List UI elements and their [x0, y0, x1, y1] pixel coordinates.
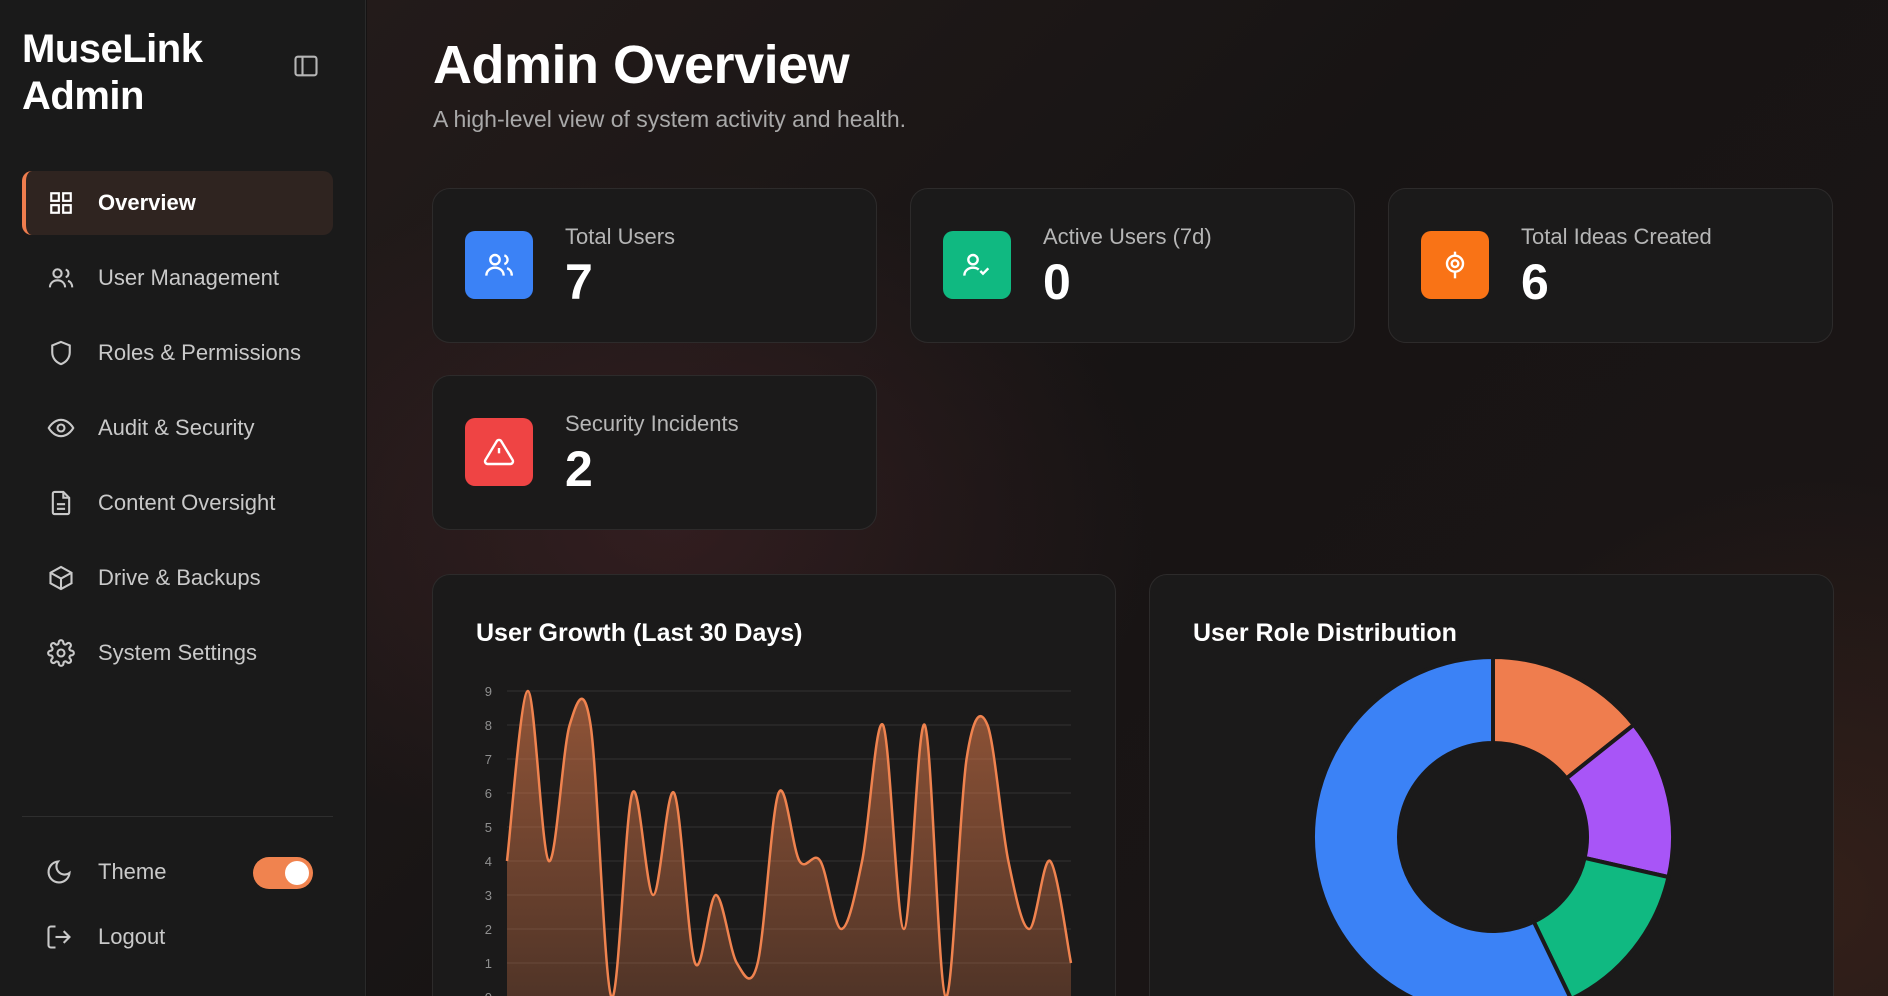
eye-icon — [46, 413, 76, 443]
logout-icon — [44, 922, 74, 952]
stat-label: Security Incidents — [565, 411, 739, 436]
grid-icon — [46, 188, 76, 218]
sidebar-item-content-oversight[interactable]: Content Oversight — [22, 471, 333, 535]
user-growth-panel: User Growth (Last 30 Days) 0123456789 — [432, 574, 1116, 996]
stat-value: 2 — [565, 441, 593, 497]
sidebar-item-label: Overview — [98, 190, 196, 215]
page-subtitle: A high-level view of system activity and… — [433, 106, 907, 132]
sidebar-item-label: Audit & Security — [98, 415, 255, 440]
sidebar-item-roles-permissions[interactable]: Roles & Permissions — [22, 321, 333, 385]
y-tick-label: 6 — [485, 786, 492, 801]
sidebar-item-overview[interactable]: Overview — [22, 171, 333, 235]
stat-label: Total Ideas Created — [1521, 224, 1712, 249]
y-tick-label: 5 — [485, 820, 492, 835]
sidebar-item-drive-backups[interactable]: Drive & Backups — [22, 546, 333, 610]
y-tick-label: 1 — [485, 956, 492, 971]
y-tick-label: 3 — [485, 888, 492, 903]
sidebar-item-system-settings[interactable]: System Settings — [22, 621, 333, 685]
toggle-knob — [285, 861, 309, 885]
gear-icon — [46, 638, 76, 668]
users-icon — [465, 231, 533, 299]
sidebar-item-label: Roles & Permissions — [98, 340, 301, 365]
sidebar-item-label: Content Oversight — [98, 490, 276, 515]
sidebar-divider — [22, 816, 333, 817]
collapse-sidebar-button[interactable] — [288, 50, 324, 86]
theme-label: Theme — [98, 859, 167, 884]
logout-button[interactable]: Logout — [22, 911, 333, 963]
users-icon — [46, 263, 76, 293]
user-check-icon — [943, 231, 1011, 299]
theme-toggle[interactable] — [253, 857, 313, 889]
sidebar-toggle-icon — [292, 52, 320, 85]
y-tick-label: 0 — [485, 990, 492, 996]
sidebar-nav: Overview User Management Roles & Permiss… — [22, 171, 333, 696]
y-tick-label: 2 — [485, 922, 492, 937]
stat-value: 7 — [565, 254, 593, 310]
stat-card-total-users: Total Users 7 — [432, 188, 877, 343]
stat-label: Active Users (7d) — [1043, 224, 1212, 249]
stat-card-total-ideas: Total Ideas Created 6 — [1388, 188, 1833, 343]
sidebar-item-audit-security[interactable]: Audit & Security — [22, 396, 333, 460]
user-growth-chart: 0 1 2 3 4 5 6 7 8 9 — [485, 684, 1073, 996]
page-title: Admin Overview — [433, 35, 850, 95]
sidebar-item-label: System Settings — [98, 640, 257, 665]
box-icon — [46, 563, 76, 593]
stat-card-security-incidents: Security Incidents 2 — [432, 375, 877, 530]
y-tick-label: 7 — [485, 752, 492, 767]
role-distribution-chart — [1311, 654, 1675, 996]
moon-icon — [44, 857, 74, 887]
alert-triangle-icon — [465, 418, 533, 486]
shield-icon — [46, 338, 76, 368]
sidebar-item-user-management[interactable]: User Management — [22, 246, 333, 310]
y-tick-label: 8 — [485, 718, 492, 733]
y-tick-label: 4 — [485, 854, 492, 869]
brand-title: MuseLink Admin — [22, 27, 203, 118]
stat-card-active-users: Active Users (7d) 0 — [910, 188, 1355, 343]
main-content: Admin Overview A high-level view of syst… — [367, 0, 1888, 996]
stat-value: 6 — [1521, 254, 1549, 310]
role-distribution-panel: User Role Distribution — [1149, 574, 1834, 996]
y-tick-label: 9 — [485, 684, 492, 699]
stat-value: 0 — [1043, 254, 1071, 310]
file-text-icon — [46, 488, 76, 518]
sidebar: MuseLink Admin Overview User Management … — [0, 0, 366, 996]
stat-label: Total Users — [565, 224, 676, 249]
logout-label: Logout — [98, 924, 166, 949]
target-icon — [1421, 231, 1489, 299]
sidebar-item-label: Drive & Backups — [98, 565, 261, 590]
sidebar-item-label: User Management — [98, 265, 279, 290]
